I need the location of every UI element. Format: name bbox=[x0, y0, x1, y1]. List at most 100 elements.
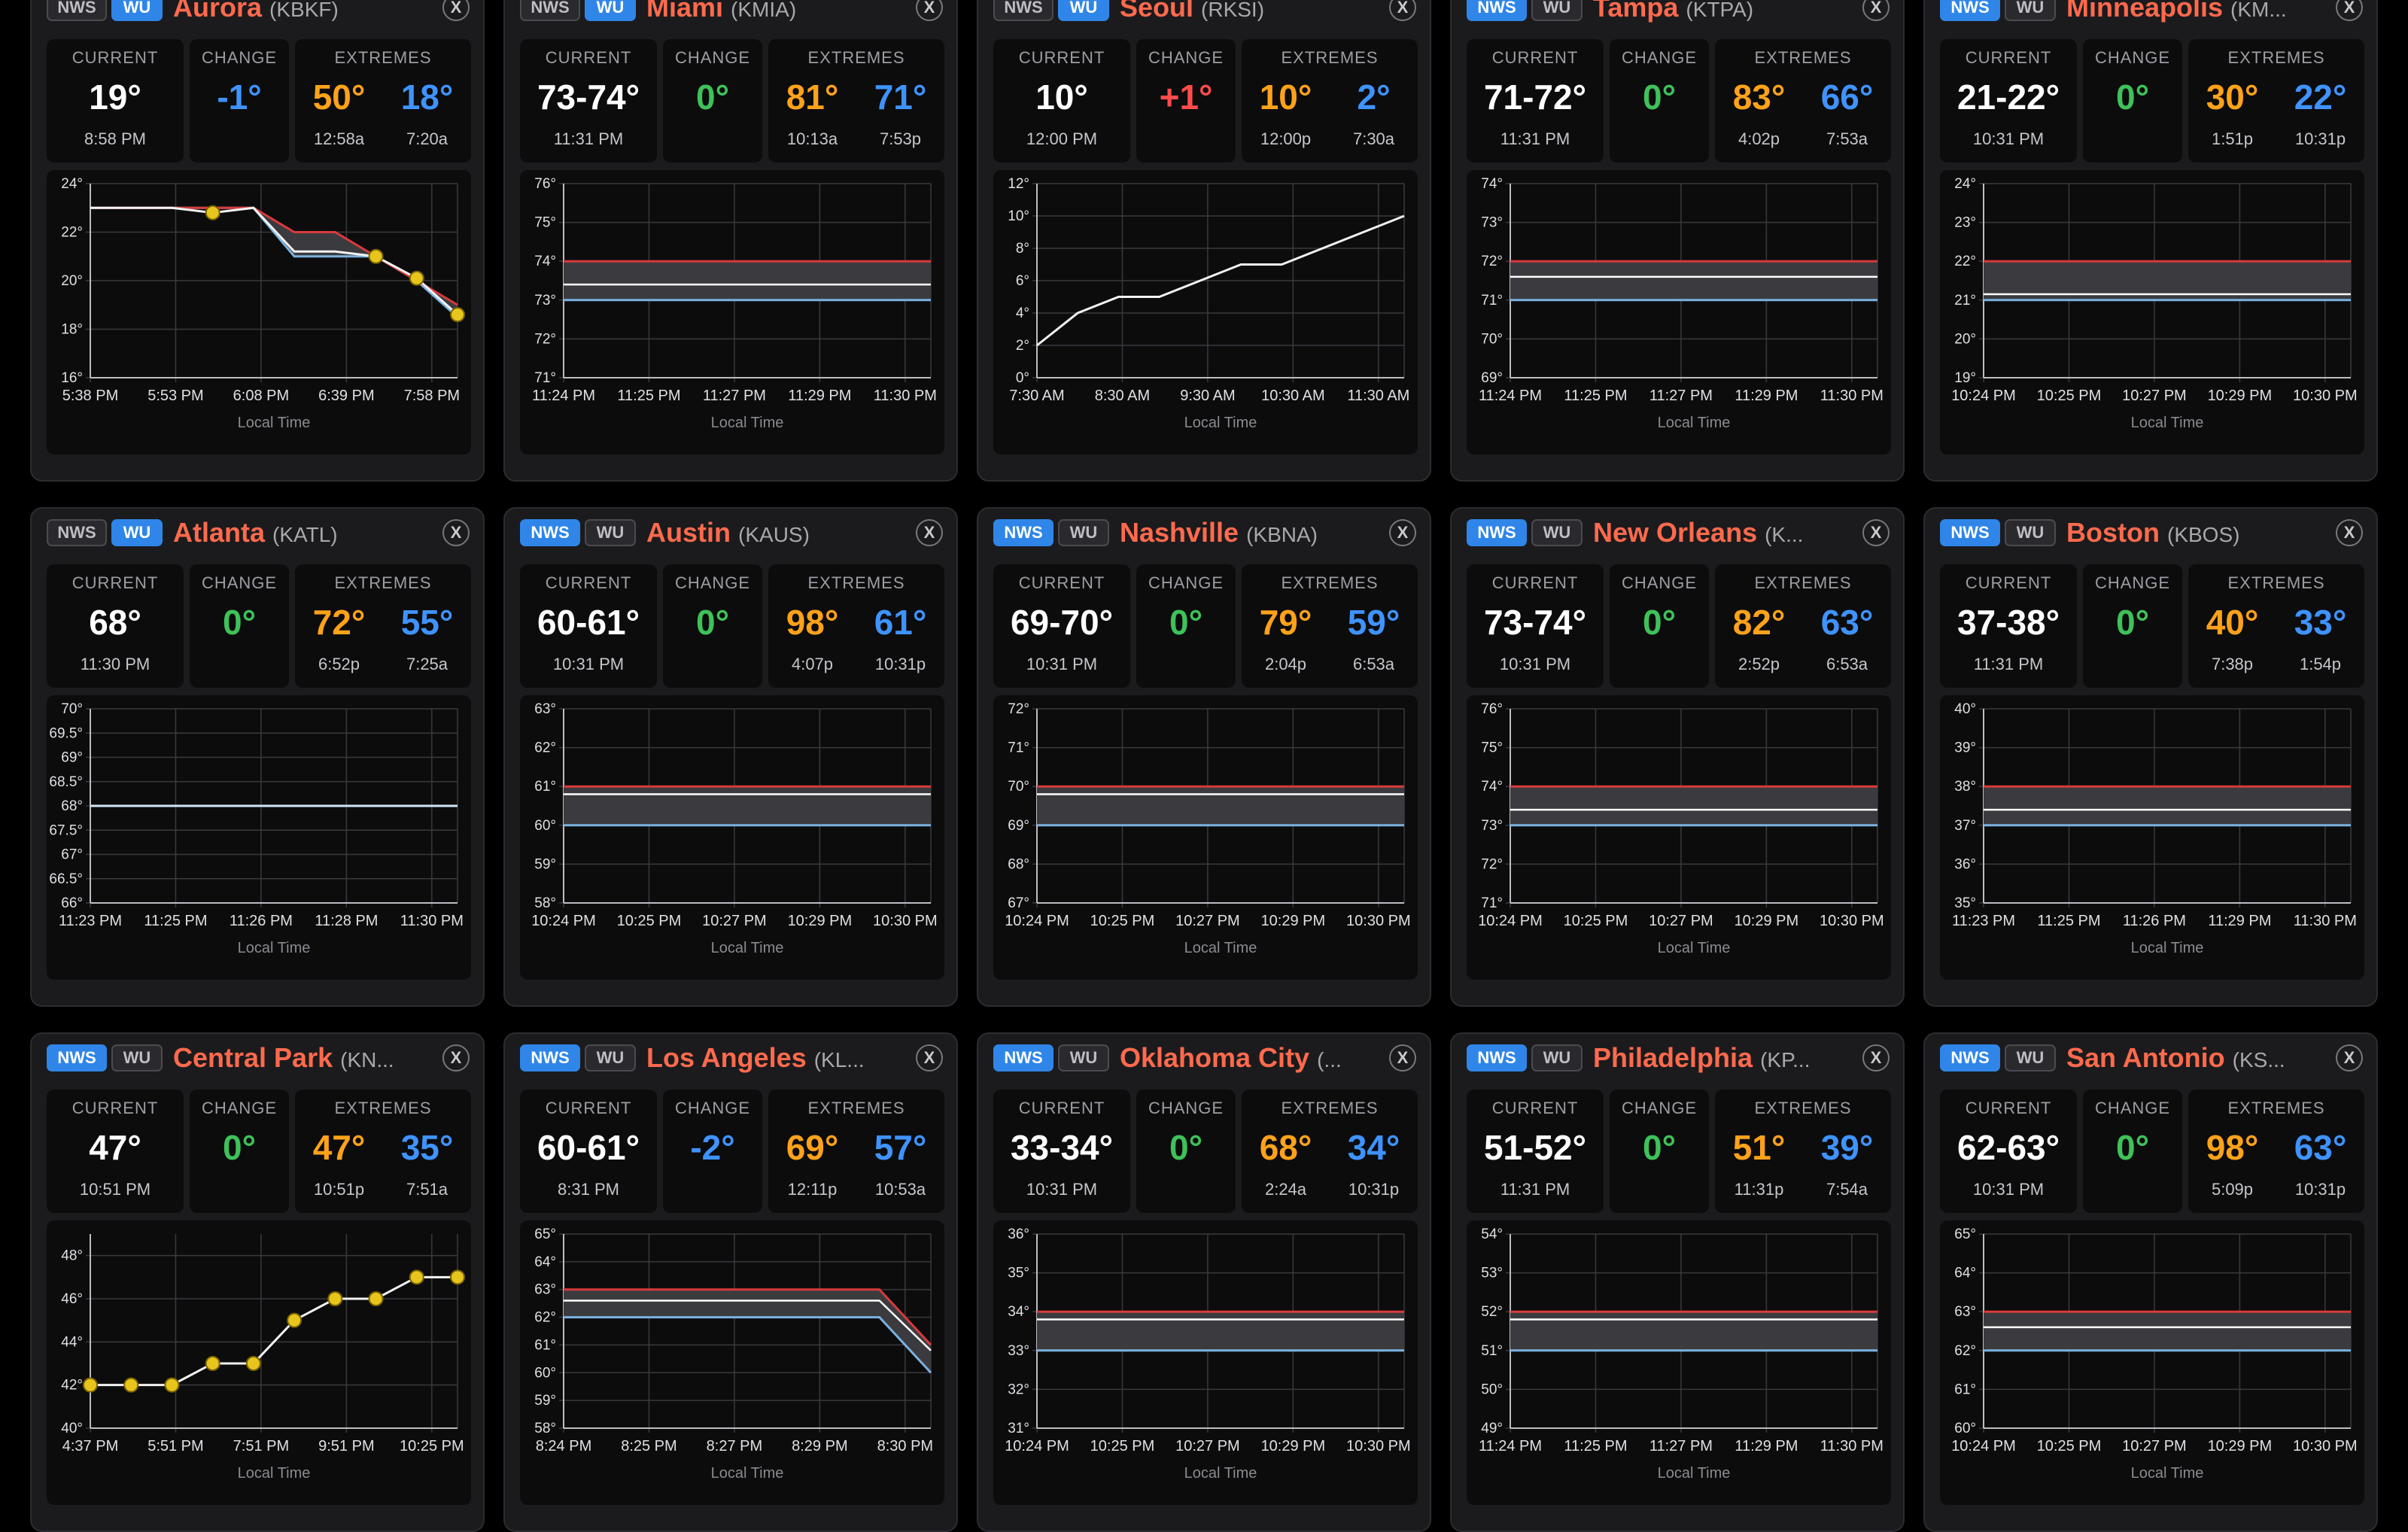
close-card-button[interactable]: X bbox=[1862, 1044, 1890, 1071]
high-temp: 69° bbox=[786, 1128, 839, 1167]
temperature-chart: 11:23 PM 11:25 PM 11:26 PM 11:29 PM 11:30 PM… bbox=[1940, 695, 2364, 980]
nws-source-toggle[interactable]: NWS bbox=[1467, 0, 1527, 21]
close-card-button[interactable]: X bbox=[442, 519, 470, 546]
close-card-button[interactable]: X bbox=[1862, 519, 1890, 546]
wu-source-toggle[interactable]: WU bbox=[111, 519, 163, 546]
close-card-button[interactable]: X bbox=[1389, 519, 1416, 546]
x-tick-label: 10:30 PM bbox=[1820, 913, 1884, 929]
extremes-panel: EXTREMES 30° 1:51p 22° 10:31p bbox=[2188, 39, 2364, 163]
x-tick-label: 11:25 PM bbox=[617, 388, 680, 404]
wu-source-toggle[interactable]: WU bbox=[585, 0, 636, 21]
temperature-chart: 11:24 PM 11:25 PM 11:27 PM 11:29 PM 11:30 PM… bbox=[1467, 170, 1891, 454]
high-time: 1:51p bbox=[2211, 129, 2254, 148]
wu-source-toggle[interactable]: WU bbox=[1531, 519, 1583, 546]
observation-marker bbox=[205, 1356, 220, 1371]
nws-source-toggle[interactable]: NWS bbox=[47, 1044, 107, 1071]
y-tick-label: 23° bbox=[1954, 215, 1976, 231]
nws-source-toggle[interactable]: NWS bbox=[47, 0, 107, 21]
current-time: 10:31 PM bbox=[1972, 129, 2045, 148]
observation-marker bbox=[164, 1377, 180, 1393]
wu-source-toggle[interactable]: WU bbox=[1058, 519, 1109, 546]
change-value: 0° bbox=[2116, 1128, 2149, 1167]
extremes-panel: EXTREMES 83° 4:02p 66° 7:53a bbox=[1715, 39, 1891, 163]
city-name: San Antonio bbox=[2066, 1042, 2225, 1073]
change-label: CHANGE bbox=[674, 1099, 751, 1117]
y-tick-label: 66° bbox=[61, 895, 83, 911]
close-card-button[interactable]: X bbox=[1389, 1044, 1416, 1071]
extremes-panel: EXTREMES 79° 2:04p 59° 6:53a bbox=[1242, 564, 1418, 688]
low-temp: 22° bbox=[2294, 78, 2347, 117]
x-tick-label: 10:30 PM bbox=[1346, 1438, 1411, 1454]
x-tick-label: 10:24 PM bbox=[1005, 1438, 1069, 1454]
close-card-button[interactable]: X bbox=[2336, 519, 2363, 546]
wu-source-toggle[interactable]: WU bbox=[1531, 0, 1583, 21]
x-tick-label: 10:25 PM bbox=[2037, 388, 2102, 404]
low-time: 7:20a bbox=[406, 129, 448, 148]
x-tick-label: 11:30 AM bbox=[1347, 388, 1409, 404]
nws-source-toggle[interactable]: NWS bbox=[993, 0, 1054, 21]
low-temp: 2° bbox=[1357, 78, 1391, 117]
y-tick-label: 35° bbox=[1008, 1266, 1029, 1281]
city-name: Miami bbox=[646, 0, 724, 23]
x-tick-label: 10:29 PM bbox=[2208, 388, 2273, 404]
y-tick-label: 54° bbox=[1481, 1227, 1503, 1242]
x-tick-label: 6:08 PM bbox=[233, 388, 289, 404]
station-card-minneapolis: NWS WU Minneapolis (KM... X CURRENT 21-22° 10:… bbox=[1923, 0, 2378, 482]
wu-source-toggle[interactable]: WU bbox=[2005, 519, 2056, 546]
low-extreme: 33° 1:54p bbox=[2276, 564, 2364, 688]
nws-source-toggle[interactable]: NWS bbox=[1940, 519, 2000, 546]
wu-source-toggle[interactable]: WU bbox=[1058, 1044, 1109, 1071]
wu-source-toggle[interactable]: WU bbox=[585, 519, 636, 546]
x-tick-label: 11:27 PM bbox=[1649, 388, 1713, 404]
close-card-button[interactable]: X bbox=[916, 519, 943, 546]
x-axis-title: Local Time bbox=[238, 940, 311, 956]
current-panel: CURRENT 37-38° 11:31 PM bbox=[1940, 564, 2077, 688]
station-title: Seoul (RKSI) bbox=[1120, 0, 1383, 26]
wu-source-toggle[interactable]: WU bbox=[2005, 1044, 2056, 1071]
nws-source-toggle[interactable]: NWS bbox=[1467, 519, 1527, 546]
wu-source-toggle[interactable]: WU bbox=[2005, 0, 2056, 21]
observation-marker bbox=[245, 1356, 261, 1371]
low-extreme: 63° 10:31p bbox=[2276, 1090, 2364, 1213]
close-card-button[interactable]: X bbox=[1862, 0, 1890, 21]
x-tick-label: 10:24 PM bbox=[1951, 1438, 2016, 1454]
close-card-button[interactable]: X bbox=[1389, 0, 1416, 21]
wu-source-toggle[interactable]: WU bbox=[111, 1044, 163, 1071]
station-code: (KP... bbox=[1760, 1048, 1811, 1071]
x-tick-label: 11:25 PM bbox=[1564, 388, 1627, 404]
low-temp: 71° bbox=[874, 78, 927, 117]
nws-source-toggle[interactable]: NWS bbox=[993, 1044, 1054, 1071]
change-value: 0° bbox=[1169, 603, 1202, 642]
current-time: 10:31 PM bbox=[1026, 655, 1098, 673]
x-tick-label: 11:25 PM bbox=[1564, 1438, 1627, 1454]
close-card-button[interactable]: X bbox=[442, 0, 470, 21]
nws-source-toggle[interactable]: NWS bbox=[520, 0, 580, 21]
nws-source-toggle[interactable]: NWS bbox=[520, 519, 580, 546]
high-extreme: 98° 4:07p bbox=[768, 564, 856, 688]
x-axis-title: Local Time bbox=[1184, 415, 1257, 431]
wu-source-toggle[interactable]: WU bbox=[1531, 1044, 1583, 1071]
y-tick-label: 19° bbox=[1954, 370, 1976, 386]
nws-source-toggle[interactable]: NWS bbox=[1940, 0, 2000, 21]
close-card-button[interactable]: X bbox=[2336, 0, 2363, 21]
x-tick-label: 10:25 PM bbox=[2037, 1438, 2102, 1454]
change-panel: CHANGE 0° bbox=[190, 564, 289, 688]
city-name: New Orleans bbox=[1593, 517, 1758, 548]
current-panel: CURRENT 69-70° 10:31 PM bbox=[993, 564, 1130, 688]
close-card-button[interactable]: X bbox=[442, 1044, 470, 1071]
wu-source-toggle[interactable]: WU bbox=[585, 1044, 636, 1071]
nws-source-toggle[interactable]: NWS bbox=[1467, 1044, 1527, 1071]
card-header: NWS WU Austin (KAUS) X bbox=[505, 509, 956, 558]
nws-source-toggle[interactable]: NWS bbox=[993, 519, 1054, 546]
nws-source-toggle[interactable]: NWS bbox=[520, 1044, 580, 1071]
wu-source-toggle[interactable]: WU bbox=[1058, 0, 1109, 21]
wu-source-toggle[interactable]: WU bbox=[111, 0, 163, 21]
nws-source-toggle[interactable]: NWS bbox=[47, 519, 107, 546]
high-time: 4:02p bbox=[1738, 129, 1780, 148]
close-card-button[interactable]: X bbox=[916, 0, 943, 21]
nws-source-toggle[interactable]: NWS bbox=[1940, 1044, 2000, 1071]
station-card-san-antonio: NWS WU San Antonio (KS... X CURRENT 62-63° 10:… bbox=[1923, 1032, 2378, 1532]
x-tick-label: 11:23 PM bbox=[59, 913, 122, 929]
close-card-button[interactable]: X bbox=[2336, 1044, 2363, 1071]
close-card-button[interactable]: X bbox=[916, 1044, 943, 1071]
